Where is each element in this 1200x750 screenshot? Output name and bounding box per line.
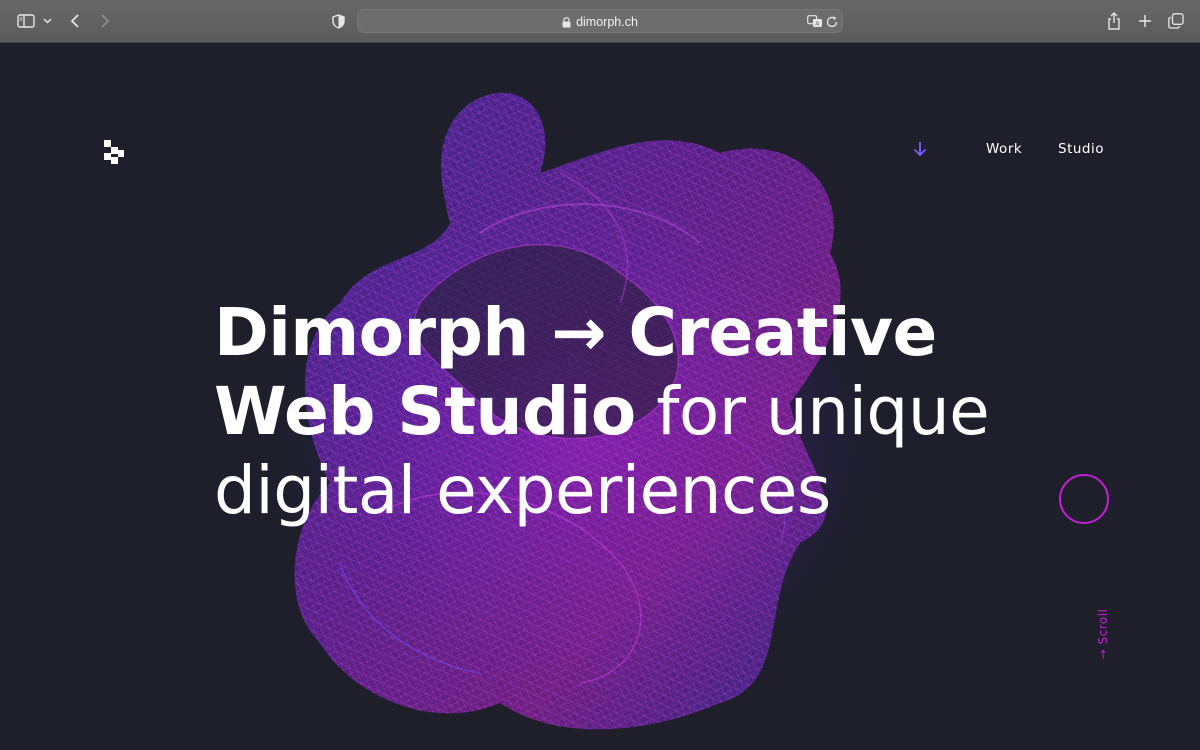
chevron-right-icon[interactable] (96, 12, 114, 30)
hero-line-2: Web Studio for unique (214, 372, 1134, 451)
arrow-down-icon[interactable] (911, 140, 929, 158)
reload-icon[interactable] (825, 14, 839, 29)
hero-line-2-rest: for unique (635, 373, 990, 450)
scroll-label: → Scroll (1096, 608, 1110, 660)
circle-button[interactable] (1059, 474, 1109, 524)
hero-headline: Dimorph → Creative Web Studio for unique… (214, 293, 1134, 530)
nav-link-studio[interactable]: Studio (1058, 141, 1104, 157)
chevron-down-icon[interactable] (40, 15, 54, 27)
url-text: dimorph.ch (576, 15, 638, 29)
dimorph-logo[interactable] (104, 140, 124, 166)
plus-icon[interactable] (1136, 12, 1154, 30)
sidebar-icon[interactable] (16, 12, 36, 30)
hero-line-1: Dimorph → Creative (214, 294, 937, 371)
hero-line-2-bold: Web Studio (214, 373, 636, 450)
share-icon[interactable] (1105, 11, 1123, 31)
nav-link-work[interactable]: Work (986, 141, 1022, 157)
translate-icon[interactable]: A (807, 14, 823, 29)
scroll-hint[interactable]: → Scroll (1096, 605, 1113, 667)
shield-icon[interactable] (330, 12, 346, 30)
address-bar[interactable]: dimorph.ch A (357, 9, 843, 33)
page-content: Work Studio Dimorph → Creative Web Studi… (0, 43, 1200, 750)
browser-toolbar: dimorph.ch A (0, 0, 1200, 43)
chevron-left-icon[interactable] (66, 12, 84, 30)
lock-icon (562, 16, 571, 28)
tabs-overview-icon[interactable] (1166, 12, 1186, 30)
hero-line-3: digital experiences (214, 452, 831, 529)
